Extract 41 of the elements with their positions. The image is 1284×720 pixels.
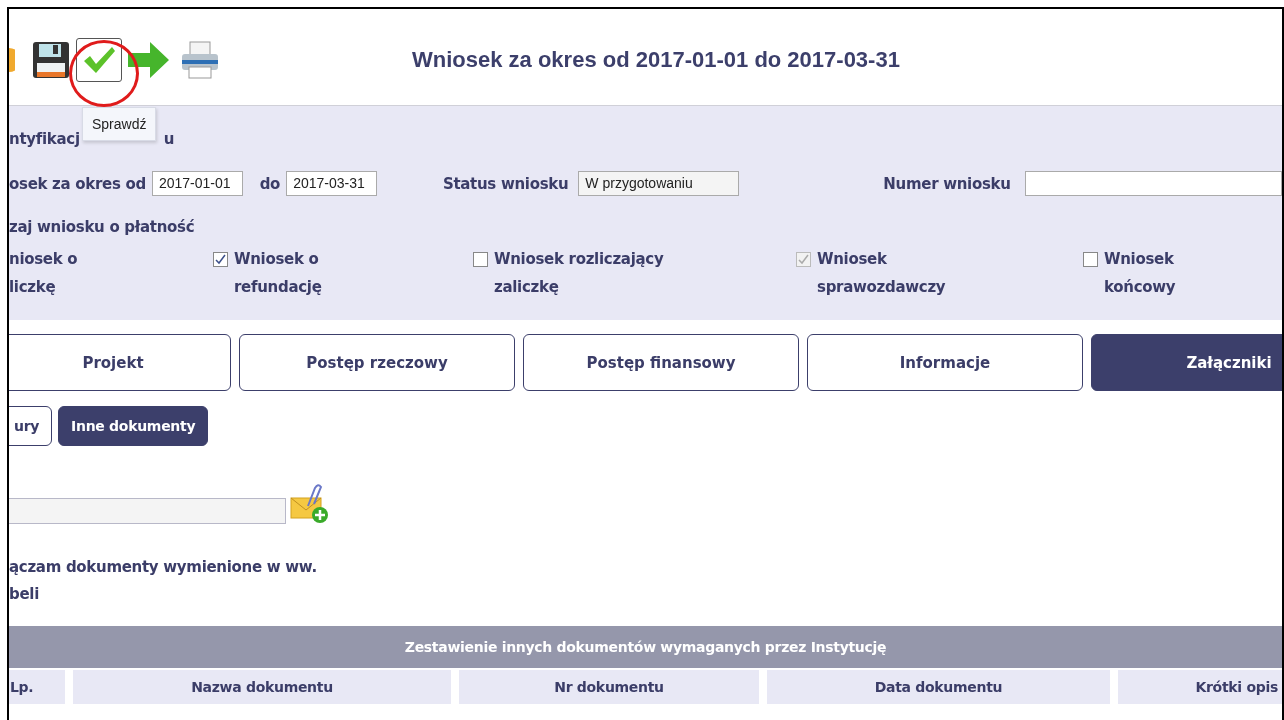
status-field: W przygotowaniu <box>578 171 740 196</box>
checkbox-label: niosek o liczkę <box>9 249 78 298</box>
field-label: Numer wniosku <box>883 174 1011 193</box>
tab[interactable]: Projekt <box>9 334 231 391</box>
column-header: Data dokumentu <box>767 670 1110 704</box>
arrow-right-icon[interactable] <box>128 41 170 79</box>
column-header: Lp. <box>9 670 65 704</box>
tab[interactable]: Postęp finansowy <box>523 334 799 391</box>
page-title: Wniosek za okres od 2017-01-01 do 2017-03-31 <box>412 47 900 73</box>
attach-icon[interactable] <box>290 484 330 524</box>
subtab[interactable]: Inne dokumenty <box>58 406 209 446</box>
checkbox-label: Wniosek o refundację <box>234 249 322 298</box>
subtab[interactable]: ury <box>9 406 53 446</box>
checkbox[interactable] <box>473 252 488 267</box>
checkbox-label: Wniosek końcowy <box>1104 249 1176 298</box>
check-button[interactable] <box>76 38 122 82</box>
section-heading: u <box>163 130 175 150</box>
date-field[interactable]: 2017-01-01 <box>151 171 243 196</box>
section-label: zaj wniosku o płatność <box>9 218 196 236</box>
field-label: osek za okres od <box>9 174 146 193</box>
save-icon[interactable] <box>32 41 70 79</box>
checkbox[interactable] <box>213 252 228 267</box>
field-label: do <box>259 174 281 193</box>
tooltip: Sprawdź <box>82 107 157 141</box>
column-header: Nr dokumentu <box>459 670 759 704</box>
print-icon[interactable] <box>180 41 220 79</box>
tab[interactable]: Informacje <box>807 334 1083 391</box>
column-header: Nazwa dokumentu <box>73 670 451 704</box>
declaration-text: ączam dokumenty wymienione w ww. beli <box>9 557 318 605</box>
checkbox[interactable] <box>1083 252 1098 267</box>
file-field[interactable] <box>9 498 286 524</box>
column-header: Krótki opis <box>1118 670 1282 704</box>
section-heading: ntyfikacj <box>9 130 80 150</box>
date-field[interactable]: 2017-03-31 <box>286 171 377 196</box>
number-field[interactable] <box>1024 171 1282 196</box>
field-label: Status wniosku <box>442 174 569 193</box>
table-title: Zestawienie innych dokumentów wymaganych przez Instytucję <box>9 626 1282 668</box>
tab[interactable]: Załączniki <box>1091 334 1282 391</box>
tab[interactable]: Postęp rzeczowy <box>239 334 515 391</box>
checkbox-label: Wniosek sprawozdawczy <box>817 249 946 298</box>
checkbox-label: Wniosek rozliczający zaliczkę <box>494 249 664 298</box>
